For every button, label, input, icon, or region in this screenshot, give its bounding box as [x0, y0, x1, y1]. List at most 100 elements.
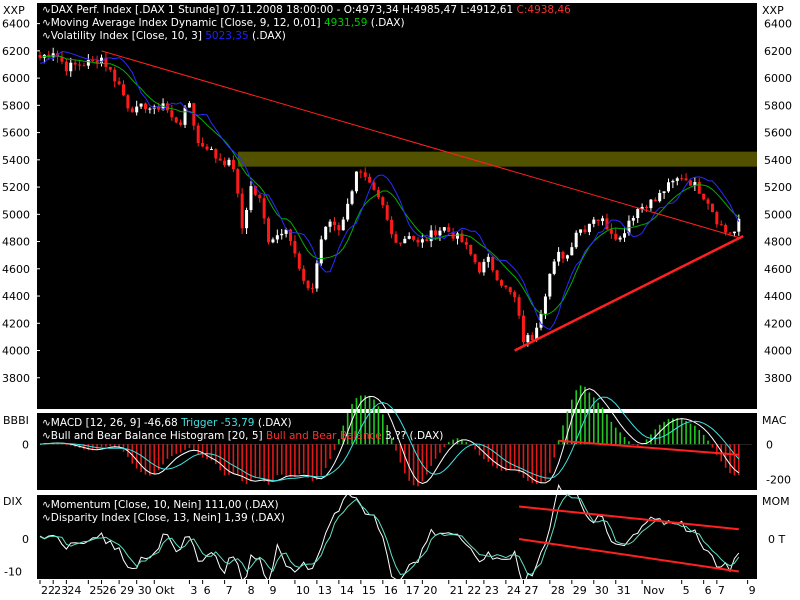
candle-body [666, 182, 670, 192]
candle-body [359, 171, 363, 173]
x-tick-label: 16 [384, 584, 398, 597]
candle-body [662, 191, 666, 193]
candle-body [293, 241, 297, 254]
x-tick-label: 9 [749, 584, 756, 597]
candle-body [438, 230, 442, 236]
candle-body [442, 227, 446, 231]
candle-body [280, 233, 284, 236]
x-tick-label: 23 [485, 584, 499, 597]
candle-body [179, 122, 183, 125]
candle-body [328, 221, 332, 227]
candle-body [614, 233, 618, 240]
candle-body [187, 103, 191, 108]
candle-body [240, 193, 244, 229]
bb-right-tick-label: -200 [766, 473, 791, 486]
candle-body [592, 219, 596, 224]
candle-body [78, 64, 82, 66]
mom-header: ∿Disparity Index [Close, 13, Nein] 1,39 … [42, 512, 285, 524]
candle-body [416, 239, 420, 243]
mom-y-tick-label: -10 [4, 566, 22, 579]
candle-body [407, 236, 411, 239]
y-tick-label-left: 5200 [2, 181, 30, 194]
y-tick-label-left: 4000 [2, 345, 30, 358]
candle-body [398, 242, 402, 244]
y-tick-label-left: 5000 [2, 208, 30, 221]
candle-body [275, 235, 279, 240]
candle-body [332, 221, 336, 226]
candle-body [205, 146, 209, 150]
candle-body [728, 232, 732, 234]
candle-body [649, 199, 653, 209]
bb-left-code: BBBI [3, 414, 29, 427]
candle-body [69, 62, 73, 72]
resistance-band [237, 151, 757, 167]
candle-body [456, 233, 460, 239]
candle-body [684, 178, 688, 181]
candle-body [570, 247, 574, 256]
x-tick-label: 28 [551, 584, 565, 597]
candle-body [719, 224, 723, 226]
candle-body [218, 158, 222, 161]
y-tick-label-left: 5800 [2, 99, 30, 112]
y-tick-label-right: 6200 [764, 45, 792, 58]
candle-body [587, 223, 591, 233]
mom-y-tick-label: 0 [22, 533, 29, 546]
bb-right-code: MAC [762, 414, 787, 427]
candle-body [341, 219, 345, 231]
candle-body [122, 84, 126, 96]
candle-body [420, 239, 424, 243]
mom-right-tick-label: 0 T [768, 533, 785, 546]
candle-body [561, 251, 565, 259]
candle-body [486, 256, 490, 262]
x-tick-label: 30 [138, 584, 152, 597]
candle-body [385, 205, 389, 220]
candle-body [306, 280, 310, 289]
candle-body [504, 285, 508, 288]
candle-body [271, 239, 275, 243]
candle-body [583, 229, 587, 233]
candle-body [680, 178, 684, 180]
candle-body [552, 261, 556, 274]
candle-body [702, 193, 706, 200]
candle-body [249, 186, 253, 211]
candle-body [363, 172, 367, 177]
candle-body [324, 226, 328, 240]
candle-body [732, 231, 736, 234]
candle-body [469, 244, 473, 255]
x-tick-label: 15 [362, 584, 376, 597]
candle-body [126, 95, 130, 109]
candle-body [130, 108, 134, 113]
candle-body [631, 218, 635, 221]
candle-body [267, 218, 271, 243]
candle-body [258, 194, 262, 199]
x-tick-label: 29 [120, 584, 134, 597]
y-tick-label-left: 6200 [2, 45, 30, 58]
bb-right-tick-label: 0 [766, 438, 773, 451]
x-tick-label: 30 [595, 584, 609, 597]
candle-body [618, 237, 622, 240]
price-left-code: XXP [3, 4, 25, 17]
candle-body [434, 230, 438, 236]
y-tick-label-right: 5000 [764, 208, 792, 221]
candle-body [565, 255, 569, 259]
stock-chart[interactable]: 6400 64006200 62006000 60005800 58005600 5600… [0, 0, 800, 600]
candle-body [310, 288, 314, 290]
mom-header: ∿Momentum [Close, 10, Nein] 111,00 (.DAX… [42, 499, 279, 511]
candle-body [636, 209, 640, 219]
candle-body [495, 270, 499, 281]
candle-body [143, 103, 147, 109]
y-tick-label-right: 3800 [764, 372, 792, 385]
x-tick-label: 27 [524, 584, 538, 597]
candle-body [148, 108, 152, 110]
candle-body [319, 239, 323, 264]
y-tick-label-right: 6400 [764, 18, 792, 31]
x-tick-label: 20 [423, 584, 437, 597]
candle-body [574, 232, 578, 248]
y-tick-label-right: 4200 [764, 317, 792, 330]
candle-body [315, 263, 319, 289]
candle-body [86, 59, 90, 66]
x-tick-label: 22 [41, 584, 55, 597]
candle-body [473, 254, 477, 263]
y-tick-label-left: 6400 [2, 18, 30, 31]
candle-body [262, 198, 266, 219]
